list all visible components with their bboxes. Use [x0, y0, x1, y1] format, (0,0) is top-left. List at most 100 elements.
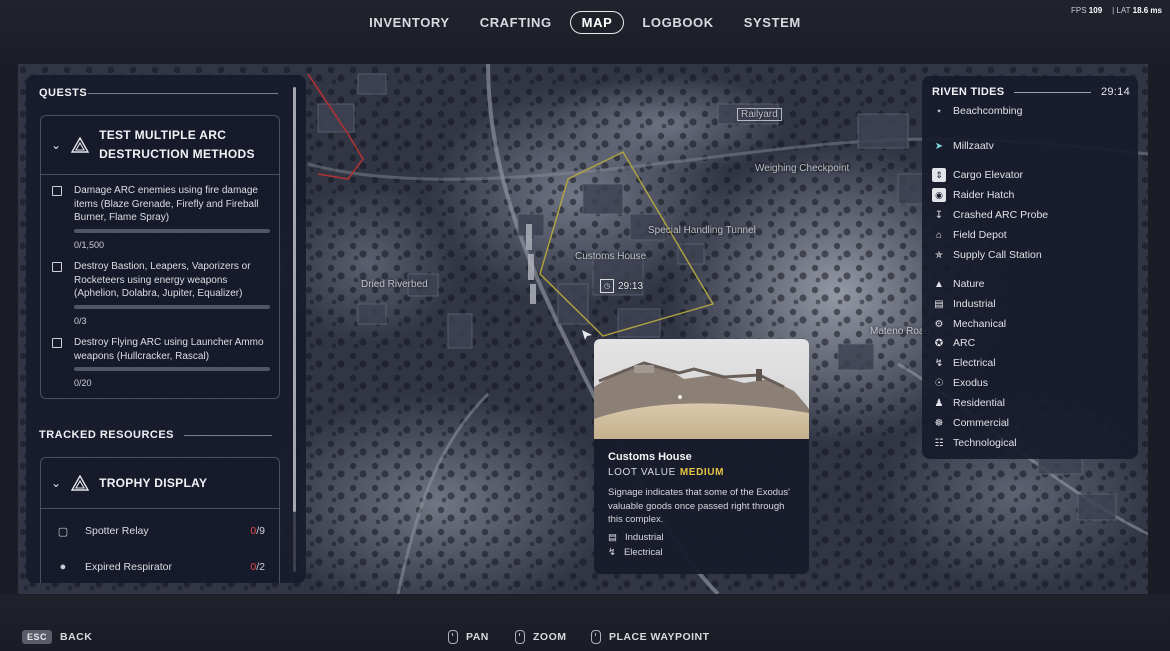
fps-label: FPS	[1071, 6, 1087, 15]
legend-item-cargo-elevator[interactable]: ⇕ Cargo Elevator	[932, 167, 1023, 183]
chevron-down-icon[interactable]: ⌄	[51, 138, 61, 152]
marker-time: 29:13	[618, 280, 644, 292]
legend-item-raider-hatch[interactable]: ◉ Raider Hatch	[932, 187, 1014, 203]
quest-text: Damage ARC enemies using fire damage ite…	[74, 185, 259, 223]
loot-value: LOOT VALUE MEDIUM	[608, 467, 724, 478]
quest-card-title: TEST MULTIPLE ARC DESTRUCTION METHODS	[99, 128, 255, 161]
back-label: BACK	[60, 631, 93, 643]
map-legend-panel: RIVEN TIDES 29:14 ⋆ Beachcombing ➤ Millz…	[922, 76, 1138, 459]
tracked-card-title: TROPHY DISPLAY	[99, 475, 208, 490]
esc-key[interactable]: ESC	[22, 630, 53, 644]
elevator-icon: ⇕	[932, 168, 946, 182]
quest-card-header[interactable]: ⌄ TEST MULTIPLE ARC DESTRUCTION METHODS	[41, 116, 279, 175]
industrial-icon: ▤	[608, 532, 617, 543]
quest-item: Damage ARC enemies using fire damage ite…	[49, 184, 271, 254]
timer-icon: ◷	[600, 279, 614, 293]
legend-item-crashed-arc-probe[interactable]: ↧ Crashed ARC Probe	[932, 207, 1048, 223]
warning-triangle-icon	[71, 137, 90, 153]
loot-level: MEDIUM	[679, 467, 725, 478]
quest-progress-count: 0/20	[74, 378, 92, 388]
player-arrow-icon: ➤	[934, 140, 944, 152]
event-header: RIVEN TIDES 29:14	[932, 86, 1130, 98]
tab-inventory[interactable]: INVENTORY	[357, 11, 462, 34]
event-time: 29:14	[1100, 86, 1130, 98]
bottom-bar	[0, 595, 1170, 651]
lat-value: 18.6 ms	[1132, 6, 1162, 15]
resource-count: 0/9	[250, 525, 265, 537]
tab-logbook[interactable]: LOGBOOK	[630, 11, 725, 34]
legend-category-commercial[interactable]: ☸ Commercial	[932, 415, 1010, 431]
quest-text: Destroy Bastion, Leapers, Vaporizers or …	[74, 261, 251, 299]
mouse-wheel-icon	[515, 630, 525, 644]
quest-checkbox[interactable]	[52, 338, 62, 348]
tab-map[interactable]: MAP	[569, 10, 625, 34]
quests-panel[interactable]: QUESTS ⌄ TEST MULTIPLE ARC DESTRUCTION M…	[26, 75, 306, 583]
event-timer-marker[interactable]: ◷ 29:13	[600, 279, 643, 293]
industrial-icon: ▤	[934, 298, 944, 310]
resource-row[interactable]: ▢ Spotter Relay 0/9	[55, 522, 265, 540]
commercial-icon: ☸	[934, 417, 944, 429]
spotter-relay-icon: ▢	[57, 526, 69, 538]
map-label-dried-riverbed[interactable]: Dried Riverbed	[361, 279, 428, 290]
chevron-down-icon[interactable]: ⌄	[51, 476, 61, 490]
pan-label: PAN	[466, 631, 489, 643]
quest-progress-bar	[74, 305, 270, 309]
tooltip-title: Customs House	[608, 451, 692, 463]
cursor-icon	[582, 330, 592, 340]
map-label-weighing-checkpoint[interactable]: Weighing Checkpoint	[755, 163, 849, 174]
legend-category-technological[interactable]: ☷ Technological	[932, 435, 1017, 451]
legend-category-arc[interactable]: ✪ ARC	[932, 335, 975, 351]
legend-item-field-depot[interactable]: ⌂ Field Depot	[932, 227, 1007, 243]
quest-item: Destroy Bastion, Leapers, Vaporizers or …	[49, 260, 271, 330]
waypoint-hint: PLACE WAYPOINT	[591, 630, 710, 644]
location-tooltip: Customs House LOOT VALUE MEDIUM Signage i…	[594, 339, 809, 574]
residential-icon: ♟	[934, 397, 944, 409]
arc-icon: ✪	[934, 337, 944, 349]
mouse-drag-icon	[448, 630, 458, 644]
tab-crafting[interactable]: CRAFTING	[468, 11, 564, 34]
perf-overlay: FPS 109 | LAT 18.6 ms	[1071, 6, 1162, 15]
quests-title: QUESTS	[39, 87, 88, 99]
exodus-icon: ☉	[934, 377, 944, 389]
quest-checkbox[interactable]	[52, 186, 62, 196]
quests-rule	[88, 93, 278, 94]
event-title: RIVEN TIDES	[932, 86, 1005, 98]
quests-scrollbar[interactable]	[293, 87, 296, 572]
legend-event-sub[interactable]: ⋆ Beachcombing	[932, 103, 1023, 119]
mouse-click-icon	[591, 630, 601, 644]
warning-triangle-icon	[71, 475, 90, 491]
tracked-resources-title: TRACKED RESOURCES	[39, 429, 175, 441]
tracked-rule	[184, 435, 272, 436]
zoom-label: ZOOM	[533, 631, 567, 643]
legend-category-industrial[interactable]: ▤ Industrial	[932, 296, 995, 312]
fps-value: 109	[1088, 6, 1103, 15]
tracked-card-header[interactable]: ⌄ TROPHY DISPLAY	[41, 458, 279, 509]
scroll-thumb[interactable]	[293, 87, 296, 512]
depot-icon: ⌂	[935, 229, 943, 241]
tooltip-description: Signage indicates that some of the Exodu…	[608, 487, 790, 525]
map-label-railyard[interactable]: Railyard	[737, 108, 782, 121]
legend-category-nature[interactable]: ▲ Nature	[932, 276, 984, 292]
supply-icon: ✯	[934, 249, 944, 261]
legend-item-supply-call-station[interactable]: ✯ Supply Call Station	[932, 247, 1042, 263]
tooltip-tag: ▤ Industrial	[608, 532, 664, 543]
quest-checkbox[interactable]	[52, 262, 62, 272]
resource-name: Expired Respirator	[85, 561, 172, 573]
legend-player[interactable]: ➤ Millzaatv	[932, 138, 994, 154]
probe-icon: ↧	[934, 209, 944, 221]
legend-category-exodus[interactable]: ☉ Exodus	[932, 375, 989, 391]
back-hint[interactable]: ESC BACK	[22, 630, 92, 644]
legend-category-residential[interactable]: ♟ Residential	[932, 395, 1005, 411]
map-label-special-handling-tunnel[interactable]: Special Handling Tunnel	[648, 225, 756, 236]
resource-count: 0/2	[250, 561, 265, 573]
tab-system[interactable]: SYSTEM	[732, 11, 813, 34]
quest-text: Destroy Flying ARC using Launcher Ammo w…	[74, 337, 264, 362]
quest-progress-count: 0/3	[74, 316, 87, 326]
legend-category-mechanical[interactable]: ⚙ Mechanical	[932, 316, 1007, 332]
lat-label: LAT	[1116, 6, 1131, 15]
map-label-customs-house[interactable]: Customs House	[575, 251, 646, 262]
waypoint-label: PLACE WAYPOINT	[609, 631, 710, 643]
zoom-hint: ZOOM	[515, 630, 567, 644]
legend-category-electrical[interactable]: ↯ Electrical	[932, 355, 996, 371]
resource-row[interactable]: ● Expired Respirator 0/2	[55, 558, 265, 576]
